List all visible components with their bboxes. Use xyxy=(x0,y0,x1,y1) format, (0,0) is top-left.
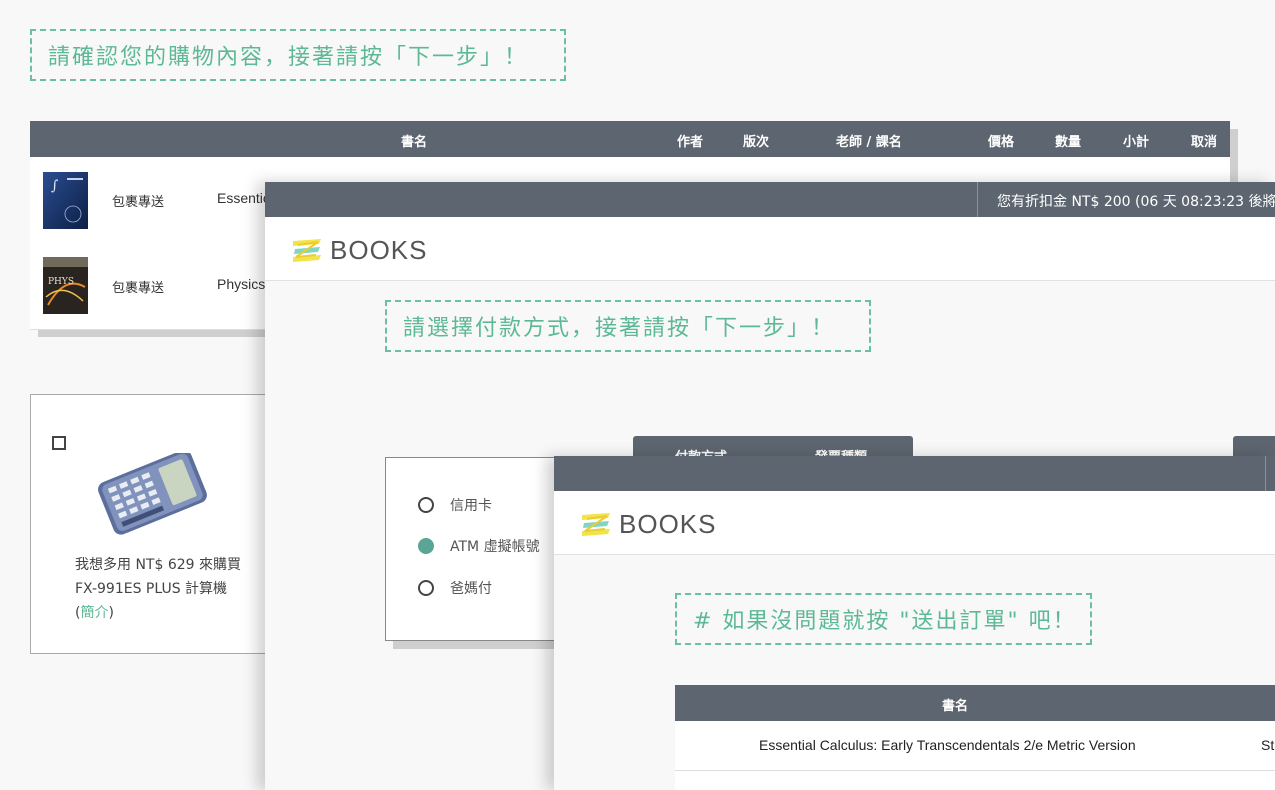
cart-table-header: 書名 作者 版次 老師 / 課名 價格 數量 小計 取消 xyxy=(30,121,1230,157)
payment-option-atm[interactable]: ATM 虛擬帳號 xyxy=(418,536,540,556)
brand-header: BOOKS xyxy=(554,491,1275,555)
book-cover-image: PHYS xyxy=(43,257,88,314)
order-table: 書名 Essential Calculus: Early Transcenden… xyxy=(675,685,1275,790)
col-cancel: 取消 xyxy=(1191,135,1218,150)
radio-icon[interactable] xyxy=(418,497,434,513)
books-logo-icon[interactable] xyxy=(292,237,322,265)
addon-info-link[interactable]: 簡介 xyxy=(80,605,108,621)
payment-option-label: 爸媽付 xyxy=(450,581,492,597)
order-book-extra: St xyxy=(1261,737,1275,753)
payment-instruction-text: 請選擇付款方式，接著請按「下一步」！ xyxy=(403,316,836,341)
payment-option-parents[interactable]: 爸媽付 xyxy=(418,578,492,598)
cart-instruction: 請確認您的購物內容，接著請按「下一步」！ xyxy=(30,29,566,81)
radio-selected-icon[interactable] xyxy=(418,538,434,554)
addon-checkbox[interactable] xyxy=(52,436,66,450)
books-logo-text[interactable]: BOOKS xyxy=(330,235,427,266)
addon-close-paren: ) xyxy=(108,605,114,621)
cart-instruction-text: 請確認您的購物內容，接著請按「下一步」！ xyxy=(48,45,529,70)
svg-text:∫: ∫ xyxy=(51,178,58,194)
shipping-method: 包裹專送 xyxy=(112,195,165,210)
col-author: 作者 xyxy=(677,135,704,150)
svg-text:PHYS: PHYS xyxy=(48,277,74,287)
discount-notice: 您有折扣金 NT$ 200 (06 天 08:23:23 後將 xyxy=(997,194,1275,210)
radio-icon[interactable] xyxy=(418,580,434,596)
confirm-instruction-text: # 如果沒問題就按 "送出訂單" 吧！ xyxy=(693,609,1077,634)
book-title: Essentic xyxy=(217,190,270,206)
books-logo-icon[interactable] xyxy=(581,511,611,539)
confirm-order-window: BOOKS # 如果沒問題就按 "送出訂單" 吧！ 書名 Essential C… xyxy=(554,456,1275,790)
order-row xyxy=(675,771,1275,790)
bar-divider xyxy=(977,182,978,217)
payment-option-label: 信用卡 xyxy=(450,498,492,514)
confirm-instruction: # 如果沒問題就按 "送出訂單" 吧！ xyxy=(675,593,1092,645)
col-title: 書名 xyxy=(401,135,428,150)
bar-divider xyxy=(1265,456,1266,491)
col-title: 書名 xyxy=(942,699,969,714)
col-subtotal: 小計 xyxy=(1123,135,1150,150)
book-title: Physics xyxy=(217,276,266,292)
addon-description: 我想多用 NT$ 629 來購買 FX-991ES PLUS 計算機 (簡介) xyxy=(75,553,245,625)
col-quantity: 數量 xyxy=(1055,135,1082,150)
payment-instruction: 請選擇付款方式，接著請按「下一步」！ xyxy=(385,300,871,352)
window-top-bar xyxy=(554,456,1275,491)
calculator-image xyxy=(98,453,207,535)
books-logo-text[interactable]: BOOKS xyxy=(619,509,716,540)
window-top-bar: 您有折扣金 NT$ 200 (06 天 08:23:23 後將 xyxy=(265,182,1275,217)
col-price: 價格 xyxy=(988,135,1015,150)
shipping-method: 包裹專送 xyxy=(112,281,165,296)
col-teacher-course: 老師 / 課名 xyxy=(836,135,902,150)
payment-option-label: ATM 虛擬帳號 xyxy=(450,539,540,555)
col-edition: 版次 xyxy=(743,135,770,150)
order-book-title: Essential Calculus: Early Transcendental… xyxy=(759,737,1136,753)
brand-header: BOOKS xyxy=(265,217,1275,281)
book-cover-image: ∫ xyxy=(43,172,88,229)
order-table-header: 書名 xyxy=(675,685,1275,721)
payment-option-credit-card[interactable]: 信用卡 xyxy=(418,495,492,515)
addon-offer-card: 我想多用 NT$ 629 來購買 FX-991ES PLUS 計算機 (簡介) xyxy=(30,394,270,654)
order-row: Essential Calculus: Early Transcendental… xyxy=(675,721,1275,771)
